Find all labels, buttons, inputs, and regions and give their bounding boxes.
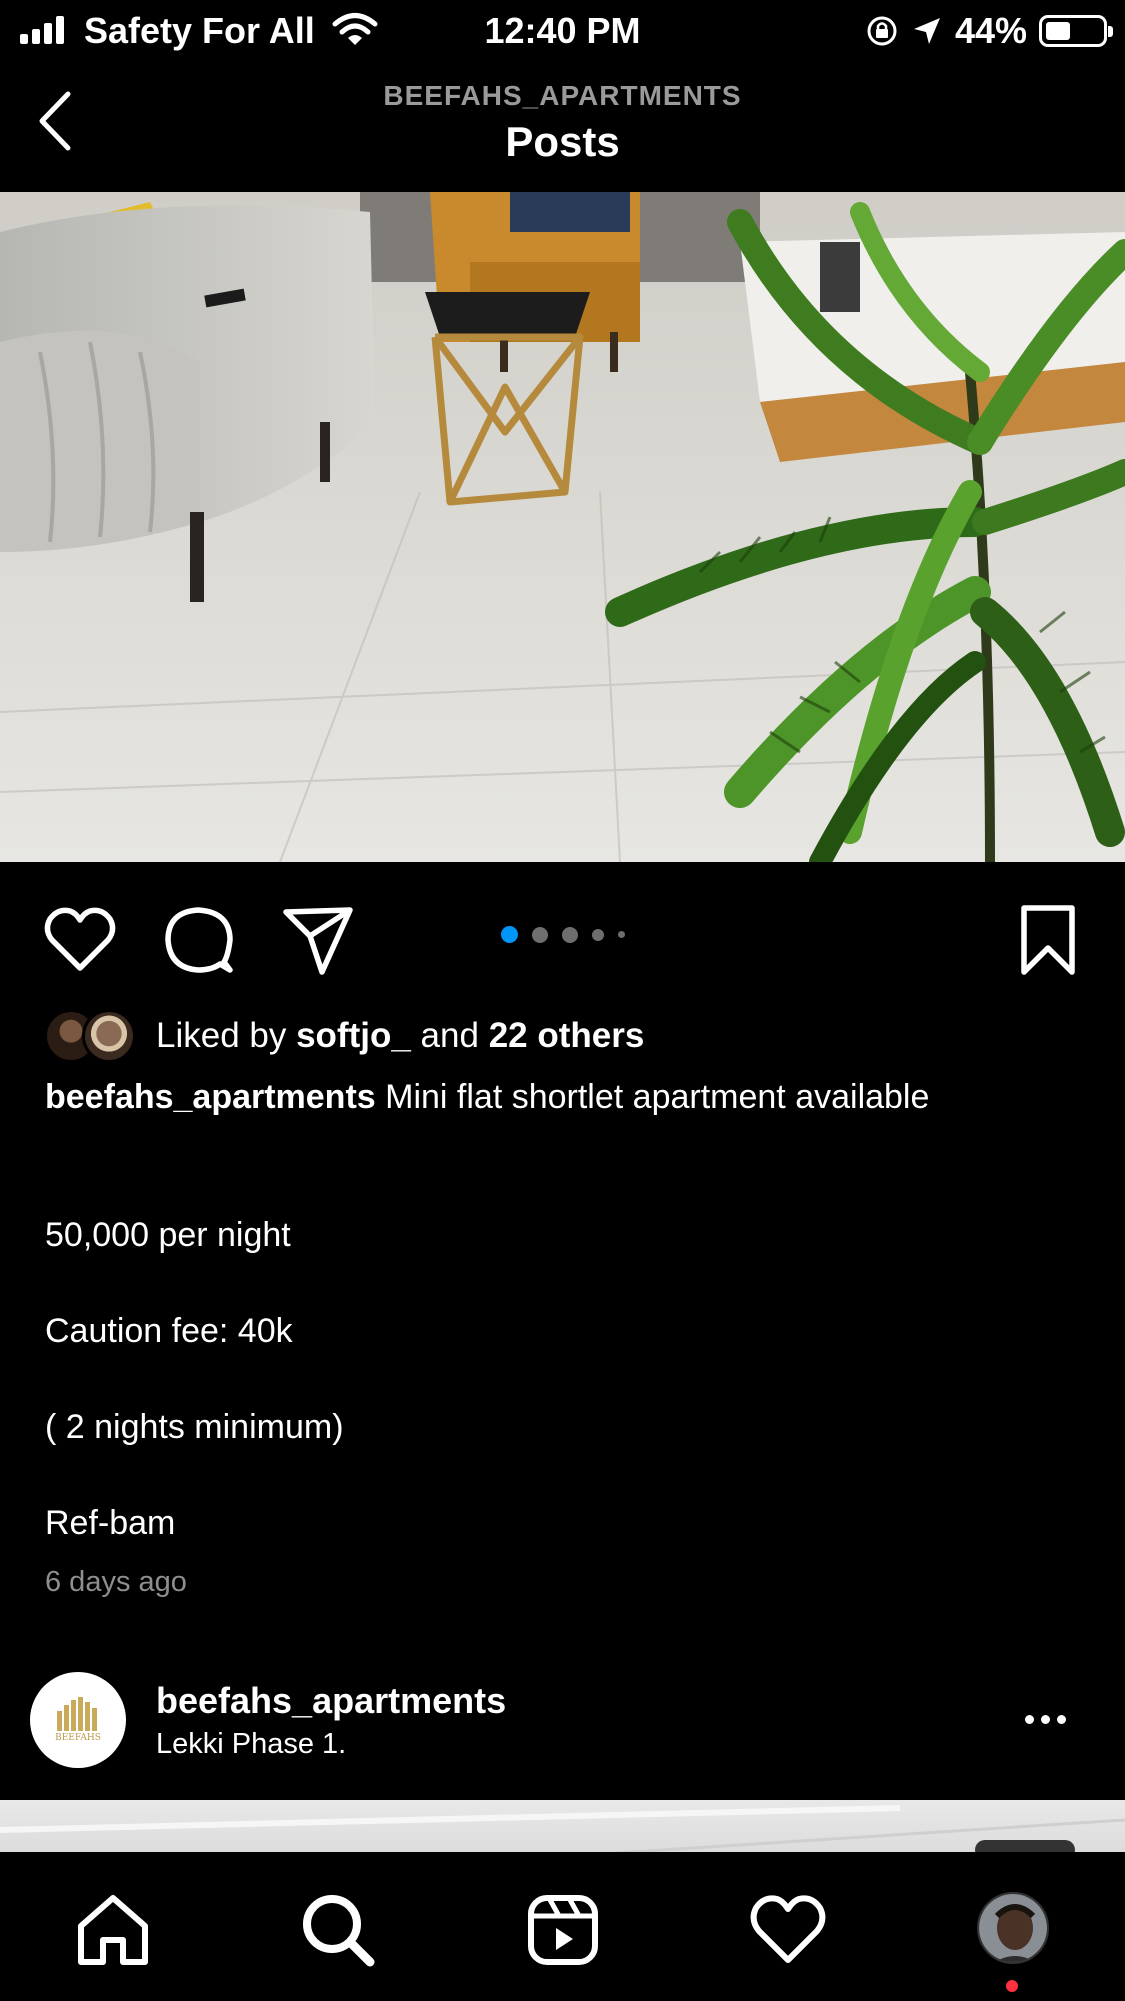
likes-text: Liked by softjo_ and 22 others	[156, 1016, 645, 1055]
liker-username[interactable]: softjo_	[296, 1016, 411, 1055]
carousel-dot	[531, 926, 548, 943]
orientation-lock-icon	[867, 16, 897, 46]
notification-dot	[1006, 1980, 1018, 1992]
carousel-dot	[561, 926, 578, 943]
next-post-image[interactable]	[0, 1800, 1125, 1854]
status-bar: Safety For All 12:40 PM 44%	[0, 0, 1125, 62]
living-room-photo	[0, 192, 1125, 862]
profile-photo	[979, 1894, 1047, 1962]
next-post-header: BEEFAHS beefahs_apartments Lekki Phase 1…	[0, 1670, 1125, 1800]
post-image[interactable]	[0, 192, 1125, 862]
header-account-name[interactable]: BEEFAHS_APARTMENTS	[0, 80, 1125, 112]
reels-icon[interactable]	[523, 1890, 603, 1970]
caption-line: Ref-bam	[45, 1504, 176, 1542]
caption-line: Caution fee: 40k	[45, 1312, 293, 1350]
more-options-button[interactable]	[1025, 1704, 1085, 1734]
search-icon[interactable]	[298, 1890, 378, 1970]
posts-header: BEEFAHS_APARTMENTS Posts	[0, 62, 1125, 192]
battery-fill	[1046, 22, 1070, 40]
location-arrow-icon	[913, 18, 940, 44]
battery-icon	[1039, 15, 1113, 47]
caption-line: ( 2 nights minimum)	[45, 1408, 344, 1446]
liker-avatar	[82, 1009, 136, 1063]
carousel-dot	[500, 926, 518, 943]
caption-line: 50,000 per night	[45, 1216, 291, 1254]
ceiling-photo	[0, 1805, 1125, 1854]
post-location[interactable]: Lekki Phase 1.	[156, 1728, 346, 1761]
caption-text: Mini flat shortlet apartment available	[375, 1078, 930, 1116]
battery-percentage: 44%	[954, 10, 1027, 51]
page-title: Posts	[505, 118, 620, 165]
post-timestamp: 6 days ago	[45, 1566, 187, 1598]
likes-row[interactable]: Liked by softjo_ and 22 others	[44, 1008, 644, 1064]
carousel-dot	[617, 931, 625, 938]
post-username[interactable]: beefahs_apartments	[156, 1680, 506, 1722]
likes-others[interactable]: 22 others	[489, 1016, 645, 1055]
logo-text: BEEFAHS	[55, 1733, 101, 1743]
bottom-tab-bar	[0, 1852, 1125, 2001]
liker-avatars	[44, 1009, 140, 1063]
carousel-indicator	[0, 926, 1125, 943]
caption-username[interactable]: beefahs_apartments	[45, 1078, 376, 1116]
carousel-dot	[591, 928, 604, 941]
home-icon[interactable]	[73, 1890, 153, 1970]
post-caption: beefahs_apartments Mini flat shortlet ap…	[45, 1076, 1085, 1118]
account-avatar[interactable]: BEEFAHS	[30, 1672, 126, 1768]
building-logo-icon	[57, 1697, 97, 1731]
heart-icon[interactable]	[748, 1890, 828, 1970]
profile-avatar[interactable]	[977, 1892, 1049, 1964]
